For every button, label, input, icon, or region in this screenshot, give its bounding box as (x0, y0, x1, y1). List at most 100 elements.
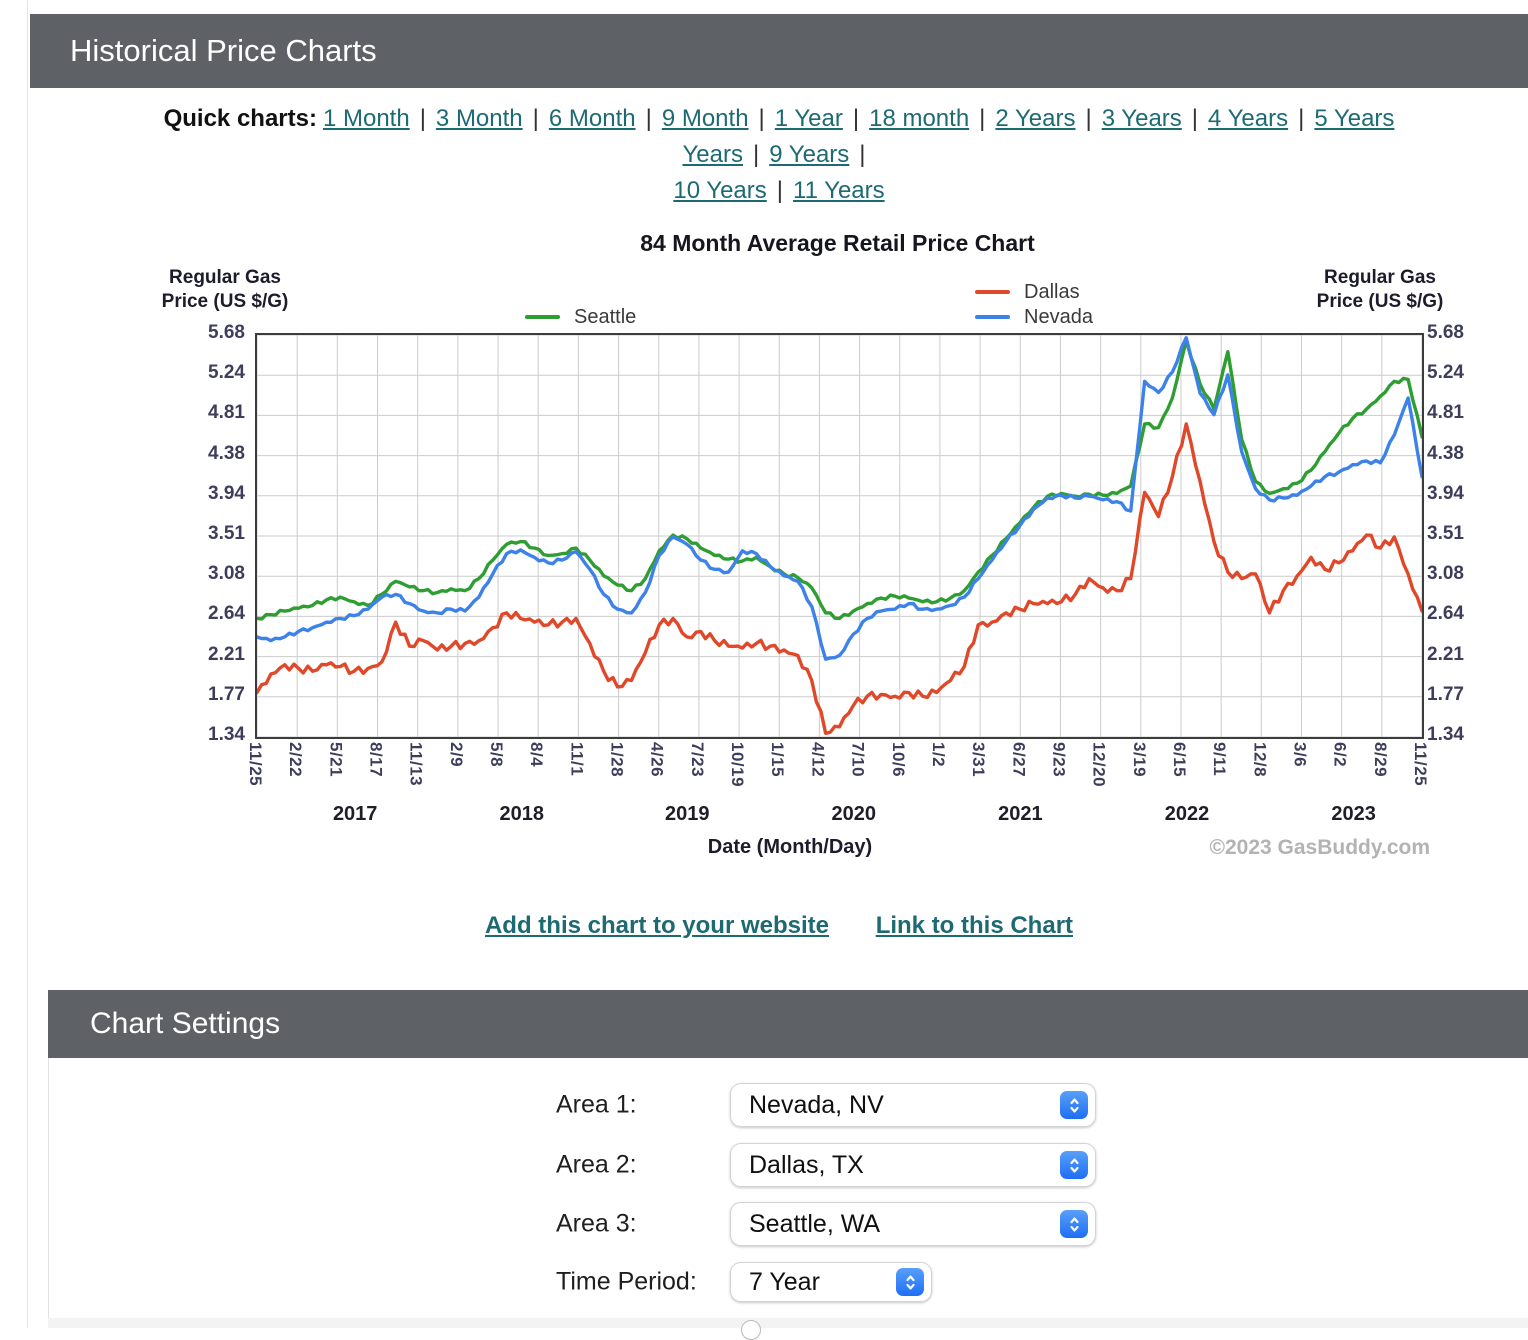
quick-chart-link-18-month[interactable]: 18 month (869, 105, 969, 132)
y-tick-4.38: 4.38 (150, 443, 245, 465)
y-axis-title-left: Regular Gas Price (US $/G) (145, 266, 305, 314)
quick-chart-link-3-month[interactable]: 3 Month (436, 105, 523, 132)
y-tick-3.94: 3.94 (150, 483, 245, 505)
page-title: Historical Price Charts (70, 33, 377, 69)
plot-area (255, 333, 1424, 739)
quick-chart-link-3-years[interactable]: 3 Years (1102, 105, 1182, 132)
separator: | (853, 105, 859, 132)
x-tick-9-11: 9/11 (1209, 742, 1229, 776)
add-chart-link[interactable]: Add this chart to your website (485, 912, 829, 939)
dallas-line-swatch (975, 290, 1010, 294)
quick-chart-link-years[interactable]: Years (682, 141, 743, 168)
x-tick-4-12: 4/12 (807, 742, 827, 777)
legend-label-dallas: Dallas (1024, 281, 1080, 304)
y-tick-4.38: 4.38 (1427, 443, 1522, 465)
separator: | (759, 105, 765, 132)
x-tick-8-4: 8/4 (526, 742, 546, 767)
quick-chart-link-6-month[interactable]: 6 Month (549, 105, 636, 132)
x-tick-12-20: 12/20 (1089, 742, 1109, 787)
select-stepper-icon (896, 1268, 924, 1296)
separator: | (533, 105, 539, 132)
x-tick-10-19: 10/19 (727, 742, 747, 787)
seattle-line-swatch (525, 315, 560, 319)
separator: | (753, 141, 759, 168)
x-tick-1-28: 1/28 (607, 742, 627, 777)
legend-label-nevada: Nevada (1024, 306, 1093, 329)
x-tick-6-27: 6/27 (1008, 742, 1028, 777)
quick-charts-row-3: 10 Years | 11 Years (30, 173, 1528, 209)
y-tick-1.34: 1.34 (1427, 724, 1522, 746)
x-tick-4-26: 4/26 (647, 742, 667, 777)
legend-item-seattle: Seattle (525, 307, 636, 327)
y-tick-1.77: 1.77 (150, 684, 245, 706)
time-period-select[interactable]: 7 Year (730, 1262, 932, 1302)
separator: | (1298, 105, 1304, 132)
separator: | (420, 105, 426, 132)
x-axis-title: Date (Month/Day) (255, 836, 1325, 859)
select-stepper-icon (1060, 1151, 1088, 1179)
y-tick-2.21: 2.21 (150, 644, 245, 666)
year-label-2023: 2023 (1309, 803, 1399, 826)
quick-chart-link-2-years[interactable]: 2 Years (995, 105, 1075, 132)
separator: | (777, 177, 783, 204)
x-tick-11-25: 11/25 (1410, 742, 1430, 786)
legend-item-nevada: Nevada (975, 307, 1093, 327)
quick-chart-link-4-years[interactable]: 4 Years (1208, 105, 1288, 132)
quick-chart-link-9-month[interactable]: 9 Month (662, 105, 749, 132)
y-tick-5.68: 5.68 (1427, 322, 1522, 344)
settings-title: Chart Settings (90, 1007, 280, 1041)
x-tick-3-19: 3/19 (1129, 742, 1149, 777)
time-period-label: Time Period: (556, 1268, 697, 1297)
quick-chart-link-5-years[interactable]: 5 Years (1314, 105, 1394, 132)
y-tick-3.08: 3.08 (150, 563, 245, 585)
y-tick-4.81: 4.81 (1427, 402, 1522, 424)
area-3-select[interactable]: Seattle, WA (730, 1202, 1096, 1246)
x-tick-1-15: 1/15 (767, 742, 787, 777)
price-lines-canvas (257, 335, 1422, 737)
x-tick-6-2: 6/2 (1330, 742, 1350, 767)
area-1-label: Area 1: (556, 1091, 637, 1120)
year-label-2022: 2022 (1142, 803, 1232, 826)
y-tick-5.24: 5.24 (1427, 362, 1522, 384)
separator: | (859, 141, 865, 168)
quick-charts: Quick charts:1 Month|3 Month|6 Month|9 M… (30, 101, 1528, 209)
radio-button-partial[interactable] (741, 1320, 761, 1340)
time-period-row: Time Period: 7 Year (0, 1262, 1528, 1302)
year-label-2017: 2017 (310, 803, 400, 826)
quick-chart-link-9-years[interactable]: 9 Years (769, 141, 849, 168)
area-2-row: Area 2: Dallas, TX (0, 1143, 1528, 1187)
area-1-row: Area 1: Nevada, NV (0, 1083, 1528, 1127)
x-tick-5-8: 5/8 (486, 742, 506, 767)
x-tick-7-10: 7/10 (848, 742, 868, 777)
y-tick-2.21: 2.21 (1427, 644, 1522, 666)
x-tick-3-6: 3/6 (1289, 742, 1309, 767)
x-tick-11-25: 11/25 (245, 742, 265, 786)
x-tick-5-21: 5/21 (325, 742, 345, 777)
select-stepper-icon (1060, 1091, 1088, 1119)
page-left-border (27, 0, 28, 1328)
chart-share-links: Add this chart to your website Link to t… (30, 912, 1528, 940)
separator: | (646, 105, 652, 132)
x-tick-12-8: 12/8 (1249, 742, 1269, 777)
y-tick-4.81: 4.81 (150, 402, 245, 424)
area-3-row: Area 3: Seattle, WA (0, 1202, 1528, 1246)
quick-chart-link-1-year[interactable]: 1 Year (775, 105, 843, 132)
y-tick-3.51: 3.51 (150, 523, 245, 545)
y-tick-5.68: 5.68 (150, 322, 245, 344)
link-to-chart-link[interactable]: Link to this Chart (876, 912, 1073, 939)
y-tick-2.64: 2.64 (150, 603, 245, 625)
area-2-select[interactable]: Dallas, TX (730, 1143, 1096, 1187)
quick-chart-link-11-years[interactable]: 11 Years (793, 177, 885, 204)
legend-item-dallas: Dallas (975, 282, 1080, 302)
chart-title: 84 Month Average Retail Price Chart (255, 230, 1420, 257)
quick-chart-link-1-month[interactable]: 1 Month (323, 105, 410, 132)
select-stepper-icon (1060, 1210, 1088, 1238)
quick-chart-link-10-years[interactable]: 10 Years (673, 177, 766, 204)
y-tick-3.08: 3.08 (1427, 563, 1522, 585)
y-tick-3.51: 3.51 (1427, 523, 1522, 545)
y-tick-1.77: 1.77 (1427, 684, 1522, 706)
settings-header: Chart Settings (48, 990, 1528, 1058)
page-header: Historical Price Charts (30, 14, 1528, 88)
x-tick-10-6: 10/6 (888, 742, 908, 777)
area-1-select[interactable]: Nevada, NV (730, 1083, 1096, 1127)
